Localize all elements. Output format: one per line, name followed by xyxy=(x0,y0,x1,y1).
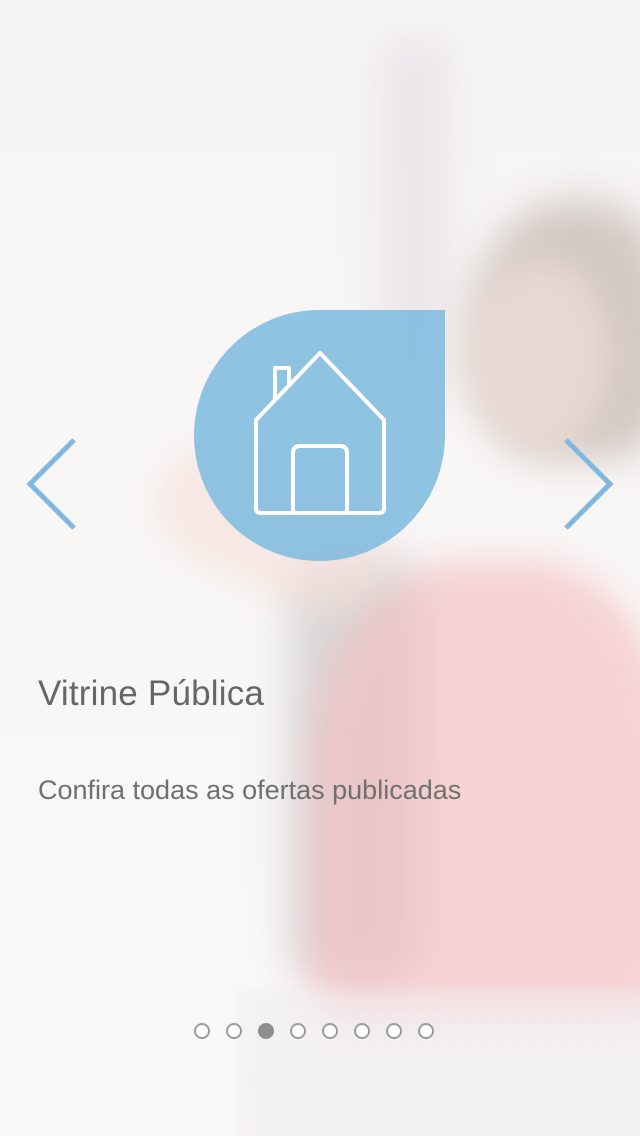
page-dot[interactable] xyxy=(354,1023,370,1039)
page-dot[interactable] xyxy=(194,1023,210,1039)
page-dot[interactable] xyxy=(226,1023,242,1039)
page-dot[interactable] xyxy=(418,1023,434,1039)
feature-badge xyxy=(194,310,445,561)
chevron-left-icon xyxy=(26,438,76,530)
next-slide-button[interactable] xyxy=(560,436,616,532)
page-dot[interactable] xyxy=(386,1023,402,1039)
previous-slide-button[interactable] xyxy=(24,436,80,532)
onboarding-screen: Vitrine Pública Confira todas as ofertas… xyxy=(0,0,640,1136)
chevron-right-icon xyxy=(564,438,614,530)
page-dot[interactable] xyxy=(322,1023,338,1039)
page-indicator xyxy=(194,1023,434,1039)
page-dot[interactable] xyxy=(290,1023,306,1039)
page-dot[interactable] xyxy=(258,1023,274,1039)
slide-subtitle: Confira todas as ofertas publicadas xyxy=(38,775,462,805)
slide-title: Vitrine Pública xyxy=(38,674,265,713)
house-icon xyxy=(254,351,386,515)
background-photo xyxy=(0,0,640,1136)
